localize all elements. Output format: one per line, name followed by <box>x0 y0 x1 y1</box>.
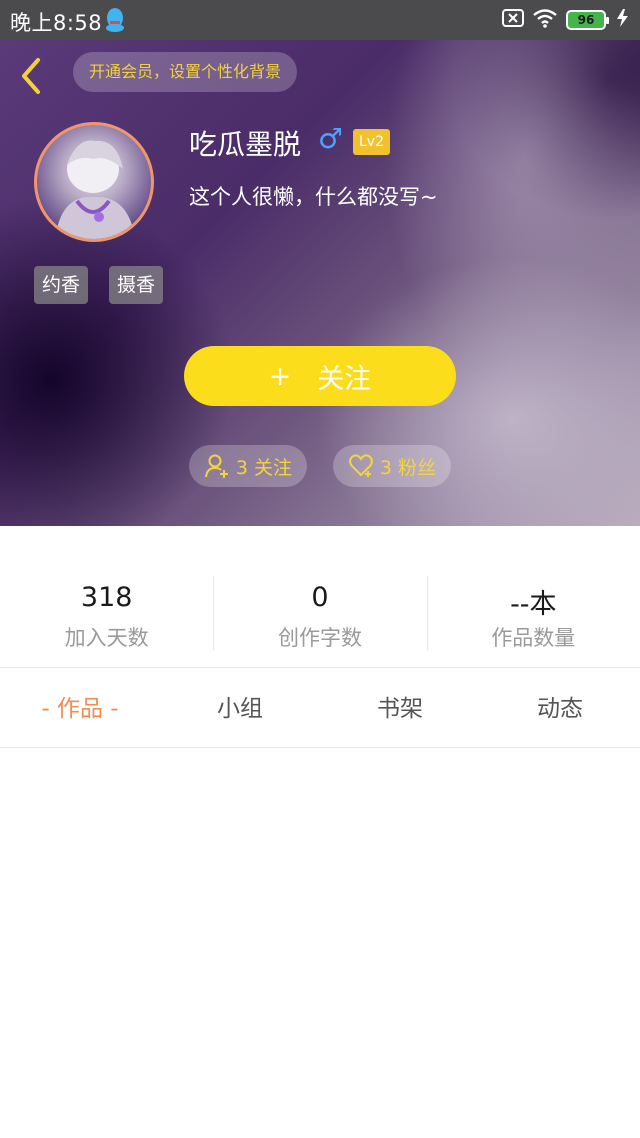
stat-value: --本 <box>510 589 557 620</box>
heart-icon <box>348 454 373 477</box>
person-add-icon <box>204 454 228 478</box>
tag-yuexiang[interactable]: 约香 <box>34 266 89 304</box>
follow-button-label: 关注 <box>317 363 372 395</box>
tag-shexiang[interactable]: 摄香 <box>109 266 164 304</box>
stat-label: 加入天数 <box>64 626 149 650</box>
stat-value: 318 <box>80 582 133 613</box>
stat-label: 作品数量 <box>491 626 576 650</box>
level-badge: Lv2 <box>353 129 390 155</box>
male-gender-icon: ♂ <box>318 122 344 155</box>
profile-tabs: - 作品 - 小组 书架 动态 <box>0 669 640 747</box>
tab-activity[interactable]: 动态 <box>480 669 640 747</box>
following-count-button[interactable]: 3 关注 <box>189 445 307 487</box>
vip-background-prompt[interactable]: 开通会员，设置个性化背景 <box>73 52 298 92</box>
content-area <box>0 748 640 1138</box>
avatar[interactable] <box>34 122 154 242</box>
tab-groups[interactable]: 小组 <box>160 669 320 747</box>
divider <box>427 576 428 650</box>
fans-count: 3 粉丝 <box>379 456 437 479</box>
bio-text: 这个人很懒，什么都没写~ <box>189 185 438 209</box>
tab-works[interactable]: - 作品 - <box>0 669 160 747</box>
divider <box>213 576 214 650</box>
stat-value: 0 <box>311 582 329 613</box>
nickname: 吃瓜墨脱 <box>189 128 302 161</box>
chevron-left-icon <box>22 58 40 94</box>
status-bar: 晚上8:58 96 <box>0 0 640 40</box>
stat-word-count: 0 创作字数 <box>213 526 426 668</box>
status-icons: 96 <box>502 7 632 33</box>
fans-count-button[interactable]: 3 粉丝 <box>333 445 451 487</box>
back-button[interactable] <box>16 56 48 96</box>
stat-works-count: --本 作品数量 <box>427 526 640 668</box>
tab-bookshelf[interactable]: 书架 <box>320 669 480 747</box>
stat-join-days: 318 加入天数 <box>0 526 213 668</box>
qq-penguin-icon <box>104 7 126 37</box>
no-sim-icon <box>502 8 524 32</box>
stat-label: 创作字数 <box>277 626 362 650</box>
profile-stats: 318 加入天数 0 创作字数 --本 作品数量 <box>0 526 640 668</box>
status-time: 晚上8:58 <box>10 11 103 35</box>
profile-header: 开通会员，设置个性化背景 吃瓜墨脱 ♂ Lv2 这个人很懒，什么都没写~ 约香 … <box>0 40 640 526</box>
charging-icon <box>614 8 632 32</box>
wifi-icon <box>532 8 558 32</box>
follow-button[interactable]: + 关注 <box>184 346 456 406</box>
plus-icon: + <box>268 360 292 392</box>
divider <box>0 667 640 668</box>
battery-level: 96 <box>577 13 595 27</box>
battery-icon: 96 <box>566 10 609 30</box>
following-count: 3 关注 <box>235 456 293 479</box>
